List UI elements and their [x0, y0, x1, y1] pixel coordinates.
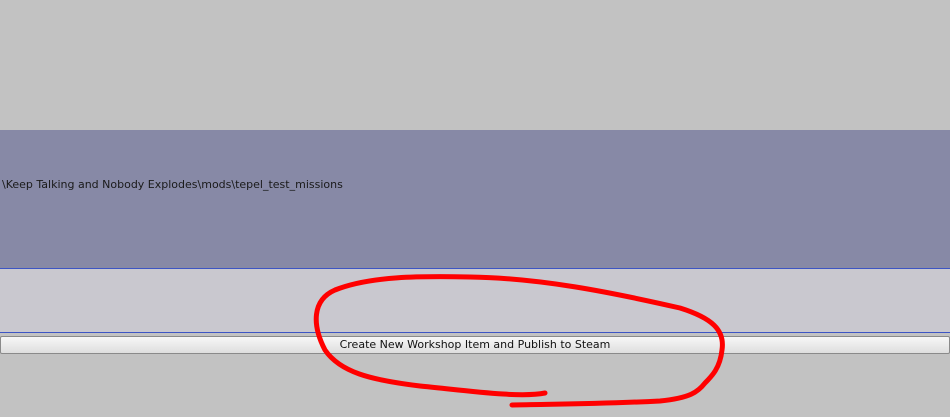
- separator-strip: [0, 269, 950, 333]
- bottom-empty-area: [0, 354, 950, 417]
- mod-path-panel: \Keep Talking and Nobody Explodes\mods\t…: [0, 130, 950, 269]
- top-empty-area: [0, 0, 950, 130]
- mod-folder-path: \Keep Talking and Nobody Explodes\mods\t…: [2, 178, 343, 191]
- publish-to-steam-button[interactable]: Create New Workshop Item and Publish to …: [0, 336, 950, 354]
